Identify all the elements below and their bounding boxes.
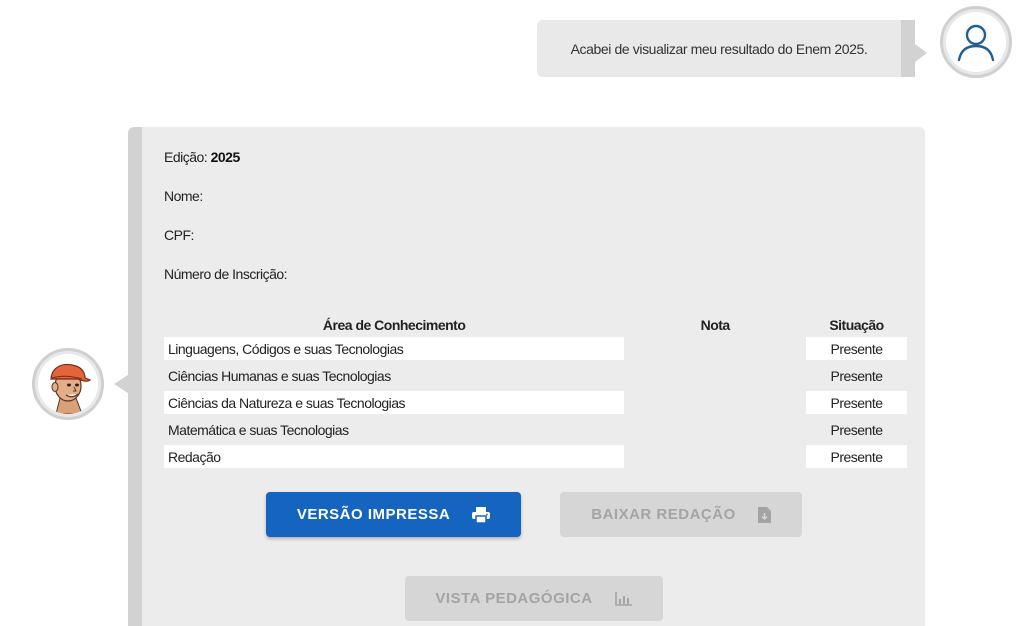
user-message-text: Acabei de visualizar meu resultado do En… <box>570 40 868 57</box>
table-row: Ciências Humanas e suas Tecnologias Pres… <box>164 364 907 387</box>
nome-line: Nome: <box>164 188 203 204</box>
download-essay-label: BAIXAR REDAÇÃO <box>591 506 736 523</box>
table-row: Ciências da Natureza e suas Tecnologias … <box>164 391 907 414</box>
user-icon <box>957 24 995 62</box>
situacao-cell: Presente <box>806 445 907 468</box>
cartoon-character-icon <box>38 354 98 414</box>
table-row: Linguagens, Códigos e suas Tecnologias P… <box>164 337 907 360</box>
area-cell: Linguagens, Códigos e suas Tecnologias <box>164 337 625 360</box>
nota-cell <box>624 337 806 360</box>
user-avatar <box>940 6 1012 78</box>
bar-chart-icon <box>614 591 632 606</box>
area-cell: Ciências da Natureza e suas Tecnologias <box>164 391 625 414</box>
table-row: Matemática e suas Tecnologias Presente <box>164 418 907 441</box>
table-header-row: Área de Conhecimento Nota Situação <box>164 311 907 333</box>
area-cell: Ciências Humanas e suas Tecnologias <box>168 367 391 384</box>
user-message-bubble: Acabei de visualizar meu resultado do En… <box>537 20 927 77</box>
area-cell: Matemática e suas Tecnologias <box>168 421 349 438</box>
edicao-value: 2025 <box>210 149 241 165</box>
situacao-cell: Presente <box>806 391 907 414</box>
pedagogical-view-button[interactable]: VISTA PEDAGÓGICA <box>405 576 663 621</box>
bot-avatar <box>32 348 104 420</box>
header-nota: Nota <box>700 317 731 333</box>
cpf-label: CPF: <box>164 227 194 243</box>
result-card: Edição: 2025 Nome: CPF: Número de Inscri… <box>128 127 925 626</box>
bot-bubble-tail <box>114 375 128 393</box>
area-cell: Redação <box>164 445 625 468</box>
table-row: Redação Presente <box>164 445 907 468</box>
inscricao-line: Número de Inscrição: <box>164 266 288 282</box>
nota-cell <box>624 364 806 387</box>
nome-label: Nome: <box>164 188 203 204</box>
header-situacao: Situação <box>829 317 884 333</box>
inscricao-label: Número de Inscrição: <box>164 266 288 282</box>
results-table: Área de Conhecimento Nota Situação Lingu… <box>164 307 907 472</box>
header-area: Área de Conhecimento <box>322 317 466 333</box>
situacao-cell: Presente <box>830 367 883 384</box>
print-version-button[interactable]: VERSÃO IMPRESSA <box>266 492 521 537</box>
edicao-label: Edição: <box>164 149 208 165</box>
printer-icon <box>472 506 491 523</box>
nota-cell <box>624 391 806 414</box>
nota-cell <box>624 418 806 441</box>
nota-cell <box>624 445 806 468</box>
download-essay-button[interactable]: BAIXAR REDAÇÃO <box>560 492 802 537</box>
situacao-cell: Presente <box>806 337 907 360</box>
edicao-line: Edição: 2025 <box>164 149 240 165</box>
situacao-cell: Presente <box>830 421 883 438</box>
cpf-line: CPF: <box>164 227 194 243</box>
print-version-label: VERSÃO IMPRESSA <box>296 506 451 523</box>
file-download-icon <box>757 506 771 523</box>
pedagogical-view-label: VISTA PEDAGÓGICA <box>435 590 593 607</box>
